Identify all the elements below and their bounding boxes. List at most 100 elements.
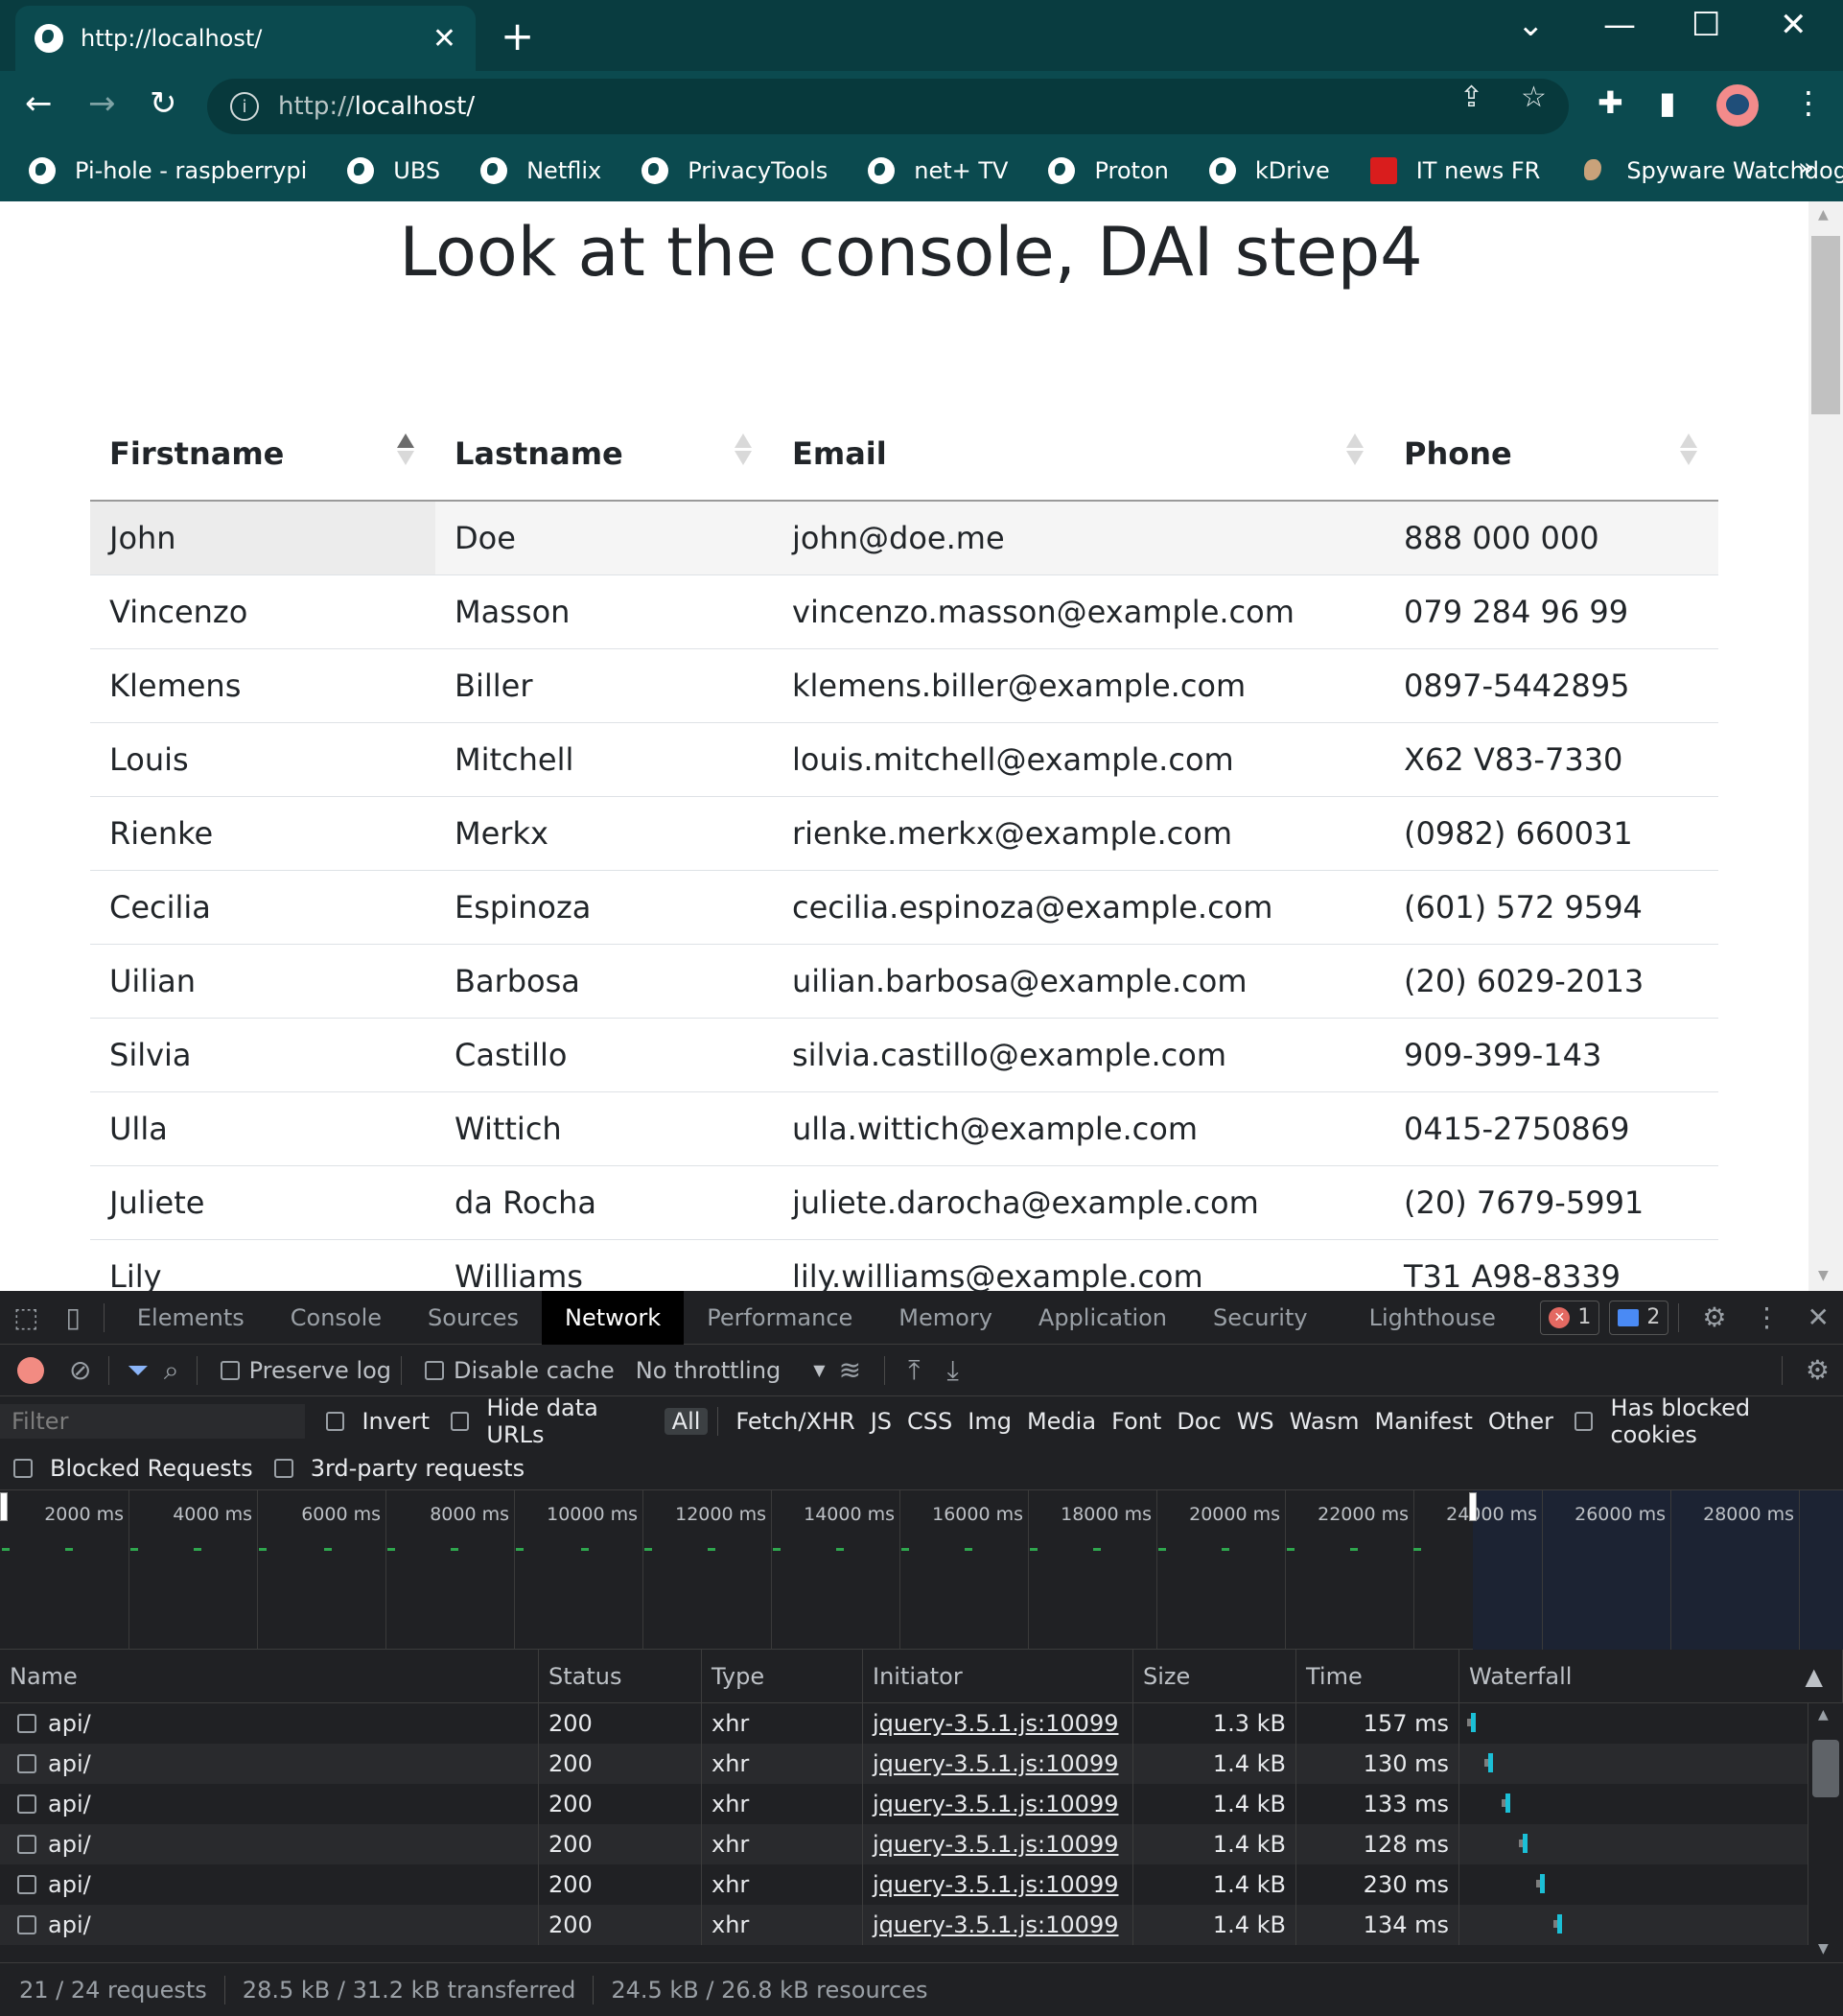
forward-icon[interactable]: → xyxy=(88,84,116,123)
scrollbar-thumb[interactable] xyxy=(1811,236,1840,414)
search-icon[interactable]: ⌕ xyxy=(156,1354,187,1387)
filter-type-other[interactable]: Other xyxy=(1481,1408,1561,1435)
inspect-element-icon[interactable]: ⬚ xyxy=(0,1301,52,1333)
bookmark-it-news-fr[interactable]: IT news FR xyxy=(1369,157,1540,184)
scrollbar-thumb[interactable] xyxy=(1812,1740,1839,1797)
column-type[interactable]: Type xyxy=(702,1650,863,1702)
tab-memory[interactable]: Memory xyxy=(875,1291,1015,1345)
chevron-down-icon[interactable]: ▼ xyxy=(813,1361,825,1379)
initiator-link[interactable]: jquery-3.5.1.js:10099 xyxy=(863,1744,1133,1784)
disable-cache-checkbox[interactable] xyxy=(425,1360,445,1380)
tab-sources[interactable]: Sources xyxy=(405,1291,542,1345)
minimize-button[interactable]: — xyxy=(1603,6,1636,44)
clear-icon[interactable]: ⊘ xyxy=(61,1354,99,1386)
bookmark-privacytools[interactable]: PrivacyTools xyxy=(642,157,828,184)
extensions-icon[interactable]: ✚ xyxy=(1598,84,1623,121)
column-header-lastname[interactable]: Lastname xyxy=(435,407,773,502)
filter-type-js[interactable]: JS xyxy=(863,1408,899,1435)
filter-type-doc[interactable]: Doc xyxy=(1169,1408,1228,1435)
filter-type-fetch-xhr[interactable]: Fetch/XHR xyxy=(728,1408,862,1435)
record-button[interactable] xyxy=(17,1356,44,1384)
filter-input[interactable]: Filter xyxy=(0,1404,306,1439)
tab-performance[interactable]: Performance xyxy=(684,1291,875,1345)
network-conditions-icon[interactable]: ≋ xyxy=(826,1354,875,1386)
tab-console[interactable]: Console xyxy=(268,1291,405,1345)
filter-type-img[interactable]: Img xyxy=(960,1408,1019,1435)
column-header-firstname[interactable]: Firstname xyxy=(90,407,435,502)
close-devtools-icon[interactable]: ✕ xyxy=(1794,1301,1843,1333)
initiator-link[interactable]: jquery-3.5.1.js:10099 xyxy=(863,1824,1133,1864)
error-count-badge[interactable]: ✕ 1 xyxy=(1540,1300,1600,1335)
filter-type-manifest[interactable]: Manifest xyxy=(1366,1408,1480,1435)
column-initiator[interactable]: Initiator xyxy=(863,1650,1133,1702)
more-options-icon[interactable]: ⋮ xyxy=(1740,1301,1794,1333)
blocked-requests-checkbox[interactable] xyxy=(13,1458,33,1478)
bookmark-pihole[interactable]: Pi-hole - raspberrypi xyxy=(29,157,307,184)
browser-tab[interactable]: http://localhost/ ✕ xyxy=(15,6,476,71)
tab-lighthouse[interactable]: Lighthouse xyxy=(1346,1291,1519,1345)
tab-elements[interactable]: Elements xyxy=(114,1291,268,1345)
initiator-link[interactable]: jquery-3.5.1.js:10099 xyxy=(863,1703,1133,1744)
overview-left-handle[interactable] xyxy=(0,1492,8,1521)
close-window-button[interactable]: ✕ xyxy=(1780,6,1808,44)
column-waterfall[interactable]: Waterfall ▲ xyxy=(1459,1650,1843,1702)
scroll-up-icon[interactable]: ▲ xyxy=(1818,207,1829,223)
request-row[interactable]: api/ 200 xhr jquery-3.5.1.js:10099 1.4 k… xyxy=(0,1824,1808,1864)
preserve-log-checkbox[interactable] xyxy=(220,1360,240,1380)
third-party-requests-checkbox[interactable] xyxy=(273,1458,293,1478)
tab-application[interactable]: Application xyxy=(1015,1291,1190,1345)
more-bookmarks-icon[interactable]: » xyxy=(1798,152,1814,183)
initiator-link[interactable]: jquery-3.5.1.js:10099 xyxy=(863,1784,1133,1824)
has-blocked-cookies-checkbox[interactable] xyxy=(1575,1412,1594,1431)
tab-security[interactable]: Security xyxy=(1190,1291,1331,1345)
invert-checkbox[interactable] xyxy=(326,1412,345,1431)
export-har-icon[interactable]: ⤓ xyxy=(933,1354,971,1387)
column-header-email[interactable]: Email xyxy=(773,407,1385,502)
tab-network[interactable]: Network xyxy=(541,1290,685,1345)
filter-type-wasm[interactable]: Wasm xyxy=(1282,1408,1367,1435)
back-icon[interactable]: ← xyxy=(25,84,53,123)
scroll-up-icon[interactable]: ▲ xyxy=(1818,1707,1829,1723)
filter-type-css[interactable]: CSS xyxy=(899,1408,960,1435)
network-overview-timeline[interactable]: 2000 ms 4000 ms 6000 ms 8000 ms 10000 ms… xyxy=(0,1490,1843,1650)
request-table-scrollbar[interactable]: ▲ ▼ xyxy=(1808,1703,1843,1962)
close-tab-icon[interactable]: ✕ xyxy=(432,22,456,56)
import-har-icon[interactable]: ⤒ xyxy=(895,1354,933,1387)
bookmark-netplus-tv[interactable]: net+ TV xyxy=(868,157,1008,184)
side-panel-icon[interactable]: ▮ xyxy=(1659,84,1676,121)
message-count-badge[interactable]: 2 xyxy=(1609,1300,1669,1335)
bookmark-proton[interactable]: Proton xyxy=(1048,157,1169,184)
column-header-phone[interactable]: Phone xyxy=(1385,407,1718,502)
menu-icon[interactable]: ⋮ xyxy=(1793,84,1824,121)
filter-type-all[interactable]: All xyxy=(664,1408,709,1435)
scroll-down-icon[interactable]: ▼ xyxy=(1818,1268,1829,1283)
request-row[interactable]: api/ 200 xhr jquery-3.5.1.js:10099 1.4 k… xyxy=(0,1905,1808,1945)
bookmark-star-icon[interactable]: ☆ xyxy=(1521,81,1547,114)
filter-type-font[interactable]: Font xyxy=(1104,1408,1169,1435)
device-toolbar-icon[interactable]: ▯ xyxy=(52,1301,93,1333)
bookmark-kdrive[interactable]: kDrive xyxy=(1208,157,1330,184)
bookmark-netflix[interactable]: Netflix xyxy=(480,157,601,184)
request-row[interactable]: api/ 200 xhr jquery-3.5.1.js:10099 1.4 k… xyxy=(0,1784,1808,1824)
page-scrollbar[interactable]: ▲ ▼ xyxy=(1808,201,1843,1291)
network-settings-gear-icon[interactable]: ⚙ xyxy=(1792,1354,1843,1386)
column-status[interactable]: Status xyxy=(539,1650,702,1702)
site-info-icon[interactable]: i xyxy=(230,92,259,121)
initiator-link[interactable]: jquery-3.5.1.js:10099 xyxy=(863,1905,1133,1945)
column-size[interactable]: Size xyxy=(1133,1650,1296,1702)
filter-type-ws[interactable]: WS xyxy=(1229,1408,1282,1435)
overview-right-handle[interactable] xyxy=(1469,1492,1477,1521)
maximize-button[interactable]: ☐ xyxy=(1691,6,1720,44)
bookmark-ubs[interactable]: UBS xyxy=(347,157,440,184)
request-row[interactable]: api/ 200 xhr jquery-3.5.1.js:10099 1.3 k… xyxy=(0,1703,1808,1744)
new-tab-button[interactable]: + xyxy=(501,13,534,59)
column-time[interactable]: Time xyxy=(1296,1650,1459,1702)
column-name[interactable]: Name xyxy=(0,1650,539,1702)
filter-type-media[interactable]: Media xyxy=(1019,1408,1104,1435)
profile-avatar[interactable] xyxy=(1716,84,1759,127)
request-row[interactable]: api/ 200 xhr jquery-3.5.1.js:10099 1.4 k… xyxy=(0,1864,1808,1905)
tab-search-icon[interactable]: ⌄ xyxy=(1517,6,1545,44)
reload-icon[interactable]: ↻ xyxy=(150,84,177,123)
settings-gear-icon[interactable]: ⚙ xyxy=(1689,1301,1739,1333)
hide-data-urls-checkbox[interactable] xyxy=(451,1412,470,1431)
